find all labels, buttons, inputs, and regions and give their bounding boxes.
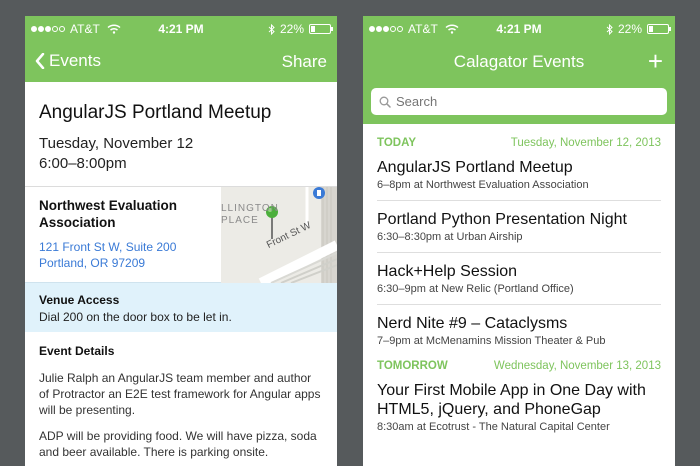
event-name: Portland Python Presentation Night xyxy=(377,211,627,228)
search-input[interactable] xyxy=(396,94,636,109)
event-subtitle: 6–8pm at Northwest Evaluation Associatio… xyxy=(377,179,589,191)
section-date: Wednesday, November 13, 2013 xyxy=(493,360,661,372)
event-subtitle: 8:30am at Ecotrust - The Natural Capital… xyxy=(377,421,610,433)
list-item[interactable]: AngularJS Portland Meetup 6–8pm at North… xyxy=(377,149,661,201)
battery-icon xyxy=(647,24,671,34)
map-label-mid: PLACE xyxy=(221,215,259,226)
bluetooth-icon xyxy=(268,23,275,35)
section-header-today: TODAY Tuesday, November 12, 2013 xyxy=(363,124,675,149)
event-detail-screen: AT&T 4:21 PM 22% Events Share AngularJS … xyxy=(25,16,337,466)
event-details-paragraph: ADP will be providing food. We will have… xyxy=(39,429,317,459)
search-box[interactable] xyxy=(371,88,667,115)
header: AT&T 4:21 PM 22% Calagator Events + xyxy=(363,16,675,82)
venue-address-line1[interactable]: 121 Front St W, Suite 200 xyxy=(39,239,207,255)
event-subtitle: 7–9pm at McMenamins Mission Theater & Pu… xyxy=(377,335,606,347)
screen-title: Calagator Events xyxy=(453,52,585,71)
venue-access: Venue Access Dial 200 on the door box to… xyxy=(25,282,337,332)
search-bar xyxy=(363,82,675,124)
event-time: 6:00–8:00pm xyxy=(39,155,127,172)
chevron-left-icon xyxy=(35,53,45,69)
list-item[interactable]: Your First Mobile App in One Day with HT… xyxy=(377,372,661,442)
event-list-today: AngularJS Portland Meetup 6–8pm at North… xyxy=(363,149,675,356)
map-label-top: LLINGTON xyxy=(221,203,279,214)
battery-percent: 22% xyxy=(279,22,304,36)
status-bar: AT&T 4:21 PM 22% xyxy=(25,16,337,42)
venue-access-title: Venue Access xyxy=(39,293,120,307)
event-list-screen: AT&T 4:21 PM 22% Calagator Events + TODA… xyxy=(363,16,675,466)
add-event-button[interactable]: + xyxy=(648,48,663,74)
venue-map[interactable]: LLINGTON PLACE Front St W xyxy=(221,187,337,283)
section-label: TODAY xyxy=(377,137,416,149)
venue-row: Northwest Evaluation Association 121 Fro… xyxy=(25,186,337,283)
battery-percent: 22% xyxy=(617,22,642,36)
event-title: AngularJS Portland Meetup xyxy=(39,102,272,123)
nav-bar: Events Share xyxy=(25,42,337,82)
list-item[interactable]: Portland Python Presentation Night 6:30–… xyxy=(377,201,661,253)
event-details-title: Event Details xyxy=(39,344,115,358)
status-right: 22% xyxy=(606,22,671,36)
event-details-paragraph: Julie Ralph an AngularJS team member and… xyxy=(39,371,321,417)
status-bar: AT&T 4:21 PM 22% xyxy=(363,16,675,42)
event-date: Tuesday, November 12 xyxy=(39,135,194,152)
event-subtitle: 6:30–9pm at New Relic (Portland Office) xyxy=(377,283,574,295)
event-name: Nerd Nite #9 – Cataclysms xyxy=(377,315,568,332)
list-item[interactable]: Hack+Help Session 6:30–9pm at New Relic … xyxy=(377,253,661,305)
share-button[interactable]: Share xyxy=(282,52,327,72)
battery-icon xyxy=(309,24,333,34)
back-button[interactable]: Events xyxy=(35,51,101,71)
event-header: AngularJS Portland Meetup Tuesday, Novem… xyxy=(25,82,337,186)
venue-info: Northwest Evaluation Association 121 Fro… xyxy=(25,187,221,282)
event-details: Event Details Julie Ralph an AngularJS t… xyxy=(25,332,337,466)
event-name: Your First Mobile App in One Day with HT… xyxy=(377,382,646,418)
nav-bar: Calagator Events + xyxy=(363,42,675,82)
venue-access-text: Dial 200 on the door box to be let in. xyxy=(39,310,232,324)
bluetooth-icon xyxy=(606,23,613,35)
header: AT&T 4:21 PM 22% Events Share xyxy=(25,16,337,82)
event-subtitle: 6:30–8:30pm at Urban Airship xyxy=(377,231,523,243)
event-name: AngularJS Portland Meetup xyxy=(377,159,573,176)
back-label: Events xyxy=(49,51,101,70)
venue-address-line2[interactable]: Portland, OR 97209 xyxy=(39,255,207,271)
event-list-tomorrow: Your First Mobile App in One Day with HT… xyxy=(363,372,675,442)
section-header-tomorrow: TOMORROW Wednesday, November 13, 2013 xyxy=(363,356,675,372)
venue-name: Northwest Evaluation Association xyxy=(39,198,178,230)
list-item[interactable]: Nerd Nite #9 – Cataclysms 7–9pm at McMen… xyxy=(377,305,661,356)
event-name: Hack+Help Session xyxy=(377,263,518,280)
search-icon xyxy=(379,96,391,108)
section-date: Tuesday, November 12, 2013 xyxy=(510,137,661,149)
section-label: TOMORROW xyxy=(377,360,448,372)
status-right: 22% xyxy=(268,22,333,36)
